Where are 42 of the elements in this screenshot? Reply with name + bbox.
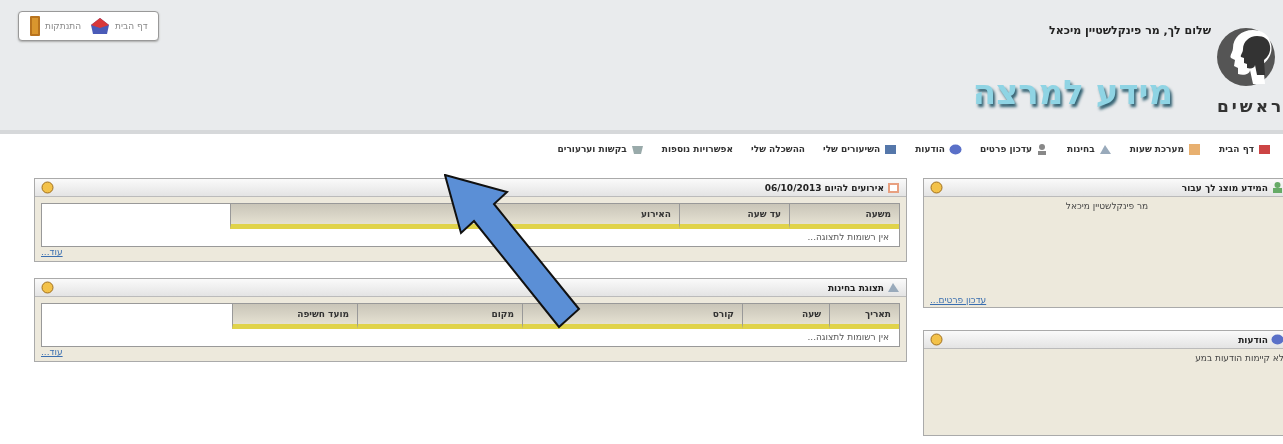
empty-message: אין רשומות לתצוגה...	[806, 231, 890, 244]
panel-title: הודעות	[1238, 334, 1268, 345]
panel-icon	[887, 181, 900, 194]
edit-details-link[interactable]: עדכון פרטים...	[930, 295, 987, 305]
panel-title: המידע מוצג לך עבור	[1181, 182, 1268, 193]
column-header: שעה	[742, 304, 829, 329]
top-link[interactable]: דף הבית	[89, 16, 148, 36]
collapse-icon	[930, 181, 943, 194]
collapse-icon	[41, 281, 54, 294]
greeting-text: שלום לך, מר פינקלשטיין מיכאל	[1049, 24, 1211, 37]
column-header: מקום	[357, 304, 522, 329]
site-title: מידע למרצה	[972, 72, 1173, 112]
panel-text: לא קיימות הודעות במע	[1195, 353, 1283, 363]
logo-text: ראשים	[1217, 96, 1283, 116]
nav-link[interactable]: מערכת שעות	[1129, 142, 1202, 156]
panel-text: מר פינקלשטיין מיכאל	[1065, 201, 1149, 211]
column-header: משעה	[789, 204, 899, 229]
column-header: עד שעה	[679, 204, 789, 229]
column-header: קורס	[522, 304, 742, 329]
collapse-icon	[41, 181, 54, 194]
top-link[interactable]: התנתקות	[29, 15, 82, 37]
collapse-icon	[930, 333, 943, 346]
nav-link[interactable]: בקשות וערעורים	[557, 142, 644, 156]
panel-icon	[1271, 181, 1283, 194]
more-link[interactable]: עוד...	[41, 347, 63, 361]
panel-title: אירועים להיום 06/10/2013	[764, 182, 884, 193]
empty-message: אין רשומות לתצוגה...	[806, 331, 890, 344]
house-icon	[89, 16, 112, 36]
nav-link[interactable]: דף הבית	[1219, 142, 1271, 156]
column-header: תאריך	[829, 304, 899, 329]
nav-link[interactable]: אפשרויות נוספות	[661, 142, 734, 156]
nav-link[interactable]: השיעורים שלי	[823, 142, 898, 156]
more-link[interactable]: עוד...	[41, 247, 63, 261]
nav-link[interactable]: בחינות	[1067, 142, 1112, 156]
door-icon	[29, 15, 41, 37]
nav-link[interactable]: עדכון פרטים	[979, 142, 1049, 156]
panel-icon	[887, 281, 900, 294]
panel-title: תצוגת בחינות	[827, 282, 884, 293]
nav-link[interactable]: ההשכלה שלי	[751, 142, 805, 156]
panel-icon	[1271, 333, 1283, 346]
nav-link[interactable]: הודעות	[915, 142, 962, 156]
column-header: מועד חשיפה	[232, 304, 357, 329]
